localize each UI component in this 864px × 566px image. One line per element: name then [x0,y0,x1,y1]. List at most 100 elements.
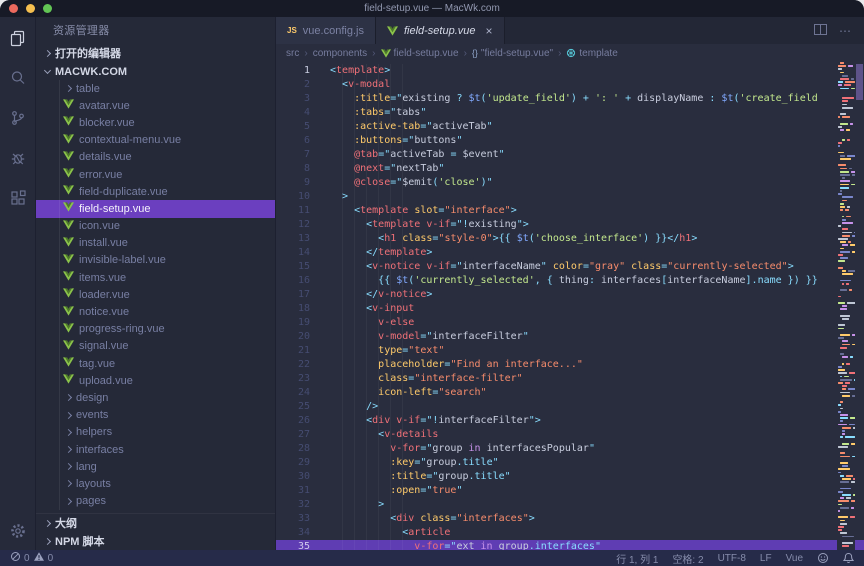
breadcrumb-file[interactable]: field-setup.vue [381,48,459,59]
code-line[interactable]: 7 @tab="activeTab = $event" [276,148,864,162]
extensions-icon[interactable] [7,187,29,209]
code-line[interactable]: 14 </template> [276,246,864,260]
code-line[interactable]: 31 :open="true" [276,484,864,498]
feedback-smiley-icon[interactable] [817,552,829,564]
tree-item-interfaces[interactable]: interfaces [36,441,275,458]
tree-item-field-duplicate-vue[interactable]: field-duplicate.vue [36,183,275,200]
breadcrumb-components[interactable]: components [313,48,367,59]
tree-item-items-vue[interactable]: items.vue [36,269,275,286]
code-line[interactable]: 35 v-for="ext in group.interfaces" [276,540,864,550]
scrollbar-thumb[interactable] [856,64,863,100]
line-number[interactable]: 31 [276,484,322,498]
code-line[interactable]: 6 :buttons="buttons" [276,134,864,148]
line-number[interactable]: 5 [276,120,322,134]
debug-icon[interactable] [7,147,29,169]
line-number[interactable]: 33 [276,512,322,526]
tree-item-events[interactable]: events [36,407,275,424]
line-number[interactable]: 30 [276,470,322,484]
tree-item-design[interactable]: design [36,389,275,406]
line-number[interactable]: 35 [276,540,322,550]
tree-item-loader-vue[interactable]: loader.vue [36,286,275,303]
code-line[interactable]: 27 <v-details [276,428,864,442]
tab-field-setup-vue[interactable]: field-setup.vue × [376,17,505,44]
line-number[interactable]: 27 [276,428,322,442]
tree-item-table[interactable]: table [36,80,275,97]
search-icon[interactable] [7,67,29,89]
line-number[interactable]: 11 [276,204,322,218]
breadcrumb-template-symbol[interactable]: template [566,48,617,59]
line-number[interactable]: 13 [276,232,322,246]
line-number[interactable]: 15 [276,260,322,274]
status-eol[interactable]: LF [760,553,772,564]
more-actions-icon[interactable]: ⋯ [839,24,852,38]
code-line[interactable]: 8 @next="nextTab" [276,162,864,176]
tree-item-upload-vue[interactable]: upload.vue [36,372,275,389]
line-number[interactable]: 19 [276,316,322,330]
section-npm-scripts[interactable]: NPM 脚本 [36,532,275,550]
code-line[interactable]: 21 type="text" [276,344,864,358]
line-number[interactable]: 4 [276,106,322,120]
code-line[interactable]: 12 <template v-if="!existing"> [276,218,864,232]
close-tab-icon[interactable]: × [486,24,493,38]
section-outline[interactable]: 大纲 [36,514,275,532]
code-line[interactable]: 24 icon-left="search" [276,386,864,400]
code-line[interactable]: 16 {{ $t('currently_selected', { thing: … [276,274,864,288]
line-number[interactable]: 22 [276,358,322,372]
explorer-icon[interactable] [7,27,29,49]
tree-item-pages[interactable]: pages [36,493,275,510]
code-line[interactable]: 2 <v-modal [276,78,864,92]
line-number[interactable]: 12 [276,218,322,232]
code-line[interactable]: 34 <article [276,526,864,540]
code-line[interactable]: 17 </v-notice> [276,288,864,302]
line-number[interactable]: 18 [276,302,322,316]
code-line[interactable]: 26 <div v-if="!interfaceFilter"> [276,414,864,428]
minimap[interactable] [837,62,855,550]
tree-item-invisible-label-vue[interactable]: invisible-label.vue [36,252,275,269]
split-editor-icon[interactable] [814,22,827,40]
code-line[interactable]: 19 v-else [276,316,864,330]
tab-vue-config-js[interactable]: JS vue.config.js [276,17,376,44]
line-number[interactable]: 14 [276,246,322,260]
section-root-folder[interactable]: MACWK.COM [36,63,275,80]
tree-item-lang[interactable]: lang [36,458,275,475]
breadcrumb-script-symbol[interactable]: {} "field-setup.vue" [472,48,553,59]
editor-scrollbar[interactable] [855,62,864,550]
code-line[interactable]: 3 :title="existing ? $t('update_field') … [276,92,864,106]
line-number[interactable]: 10 [276,190,322,204]
line-number[interactable]: 6 [276,134,322,148]
code-line[interactable]: 20 v-model="interfaceFilter" [276,330,864,344]
tree-item-field-setup-vue[interactable]: field-setup.vue [36,200,275,217]
line-number[interactable]: 29 [276,456,322,470]
tree-item-layouts[interactable]: layouts [36,475,275,492]
tree-item-install-vue[interactable]: install.vue [36,235,275,252]
line-number[interactable]: 28 [276,442,322,456]
line-number[interactable]: 32 [276,498,322,512]
line-number[interactable]: 7 [276,148,322,162]
tree-item-signal-vue[interactable]: signal.vue [36,338,275,355]
code-line[interactable]: 15 <v-notice v-if="interfaceName" color=… [276,260,864,274]
code-line[interactable]: 9 @close="$emit('close')" [276,176,864,190]
code-line[interactable]: 23 class="interface-filter" [276,372,864,386]
code-line[interactable]: 30 :title="group.title" [276,470,864,484]
line-number[interactable]: 20 [276,330,322,344]
section-open-editors[interactable]: 打开的编辑器 [36,43,275,63]
code-line[interactable]: 13 <h1 class="style-0">{{ $t('choose_int… [276,232,864,246]
line-number[interactable]: 25 [276,400,322,414]
status-indentation[interactable]: 空格: 2 [672,551,703,566]
code-line[interactable]: 22 placeholder="Find an interface..." [276,358,864,372]
line-number[interactable]: 8 [276,162,322,176]
source-control-icon[interactable] [7,107,29,129]
tree-item-error-vue[interactable]: error.vue [36,166,275,183]
tree-item-details-vue[interactable]: details.vue [36,149,275,166]
line-number[interactable]: 1 [276,64,322,78]
problems-indicator[interactable]: 0 0 [10,551,53,565]
code-line[interactable]: 25 /> [276,400,864,414]
tree-item-icon-vue[interactable]: icon.vue [36,218,275,235]
code-line[interactable]: 5 :active-tab="activeTab" [276,120,864,134]
code-line[interactable]: 10 > [276,190,864,204]
code-line[interactable]: 29 :key="group.title" [276,456,864,470]
line-number[interactable]: 23 [276,372,322,386]
tree-item-blocker-vue[interactable]: blocker.vue [36,114,275,131]
line-number[interactable]: 3 [276,92,322,106]
code-line[interactable]: 28 v-for="group in interfacesPopular" [276,442,864,456]
